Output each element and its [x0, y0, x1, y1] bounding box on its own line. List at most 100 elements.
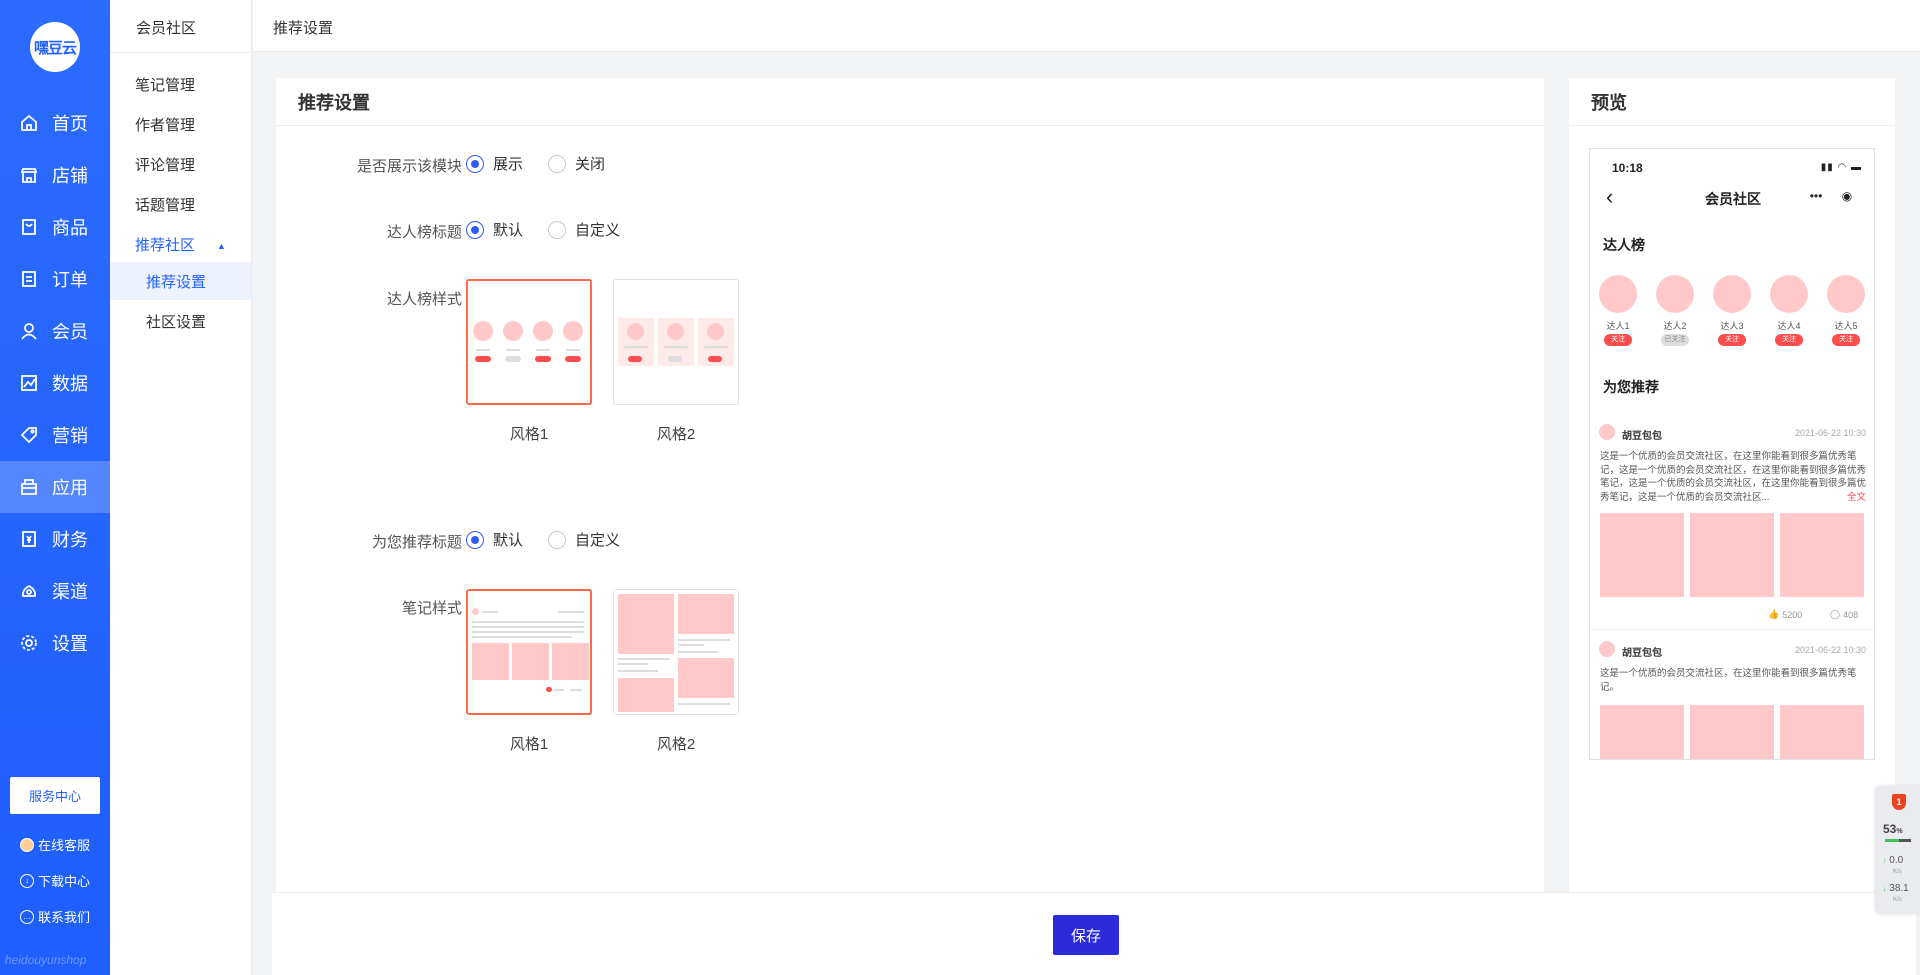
home-icon — [21, 114, 37, 131]
save-button[interactable]: 保存 — [1053, 915, 1119, 955]
service-center-button[interactable]: 服务中心 — [10, 777, 100, 814]
order-icon — [22, 271, 36, 287]
read-more-link[interactable]: 全文 — [1847, 491, 1866, 505]
radio-dot — [466, 530, 484, 549]
nav-item-order[interactable]: 订单 — [0, 253, 110, 305]
nav-item-label: 店铺 — [52, 166, 88, 186]
nav-item-home[interactable]: 首页 — [0, 97, 110, 149]
talent-name: 达人2 — [1663, 321, 1687, 331]
nav-item-label: 订单 — [52, 270, 88, 290]
nav-item-finance[interactable]: 财务 — [0, 513, 110, 565]
nav-item-label: 设置 — [52, 634, 88, 654]
more-dots-icon[interactable]: ••• — [1810, 189, 1823, 203]
follow-button[interactable]: 关注 — [1604, 334, 1632, 346]
subnav-item-notes[interactable]: 笔记管理 — [135, 74, 195, 95]
subnav-item-comments[interactable]: 评论管理 — [135, 154, 195, 175]
phone-time: 10:18 — [1612, 161, 1643, 175]
radio-dot — [466, 220, 484, 239]
usage-bar — [1885, 839, 1911, 842]
nav-item-store[interactable]: 店铺 — [0, 149, 110, 201]
post-image — [1690, 705, 1774, 759]
talent-item[interactable]: 达人1 关注 — [1598, 275, 1638, 346]
follow-button[interactable]: 关注 — [1718, 334, 1746, 346]
post-time: 2021-06-22 10:30 — [1794, 428, 1866, 438]
talent-style-1-thumbnail[interactable] — [466, 279, 592, 405]
main-sidebar: 嘿豆云 首页 店铺 商品 订单 会员 数据 营销 应用 财务 渠道 设置 服务中… — [0, 0, 110, 975]
close-circle-icon[interactable]: ◉ — [1842, 189, 1852, 203]
nav-item-label: 首页 — [52, 114, 88, 134]
download-rate: ↓ 38.1 K/s — [1883, 884, 1909, 905]
show-module-radio-close[interactable]: 关闭 — [548, 153, 605, 174]
talent-title-radio-custom[interactable]: 自定义 — [548, 219, 620, 240]
mini-program-capsule[interactable]: ••• ◉ — [1800, 185, 1862, 207]
radio-label: 关闭 — [575, 156, 606, 173]
subnav-title: 会员社区 — [136, 20, 197, 37]
show-module-radio-show[interactable]: 展示 — [466, 153, 523, 174]
subnav-group-recommend[interactable]: 推荐社区 ▲ — [135, 234, 226, 255]
followed-button[interactable]: 已关注 — [1661, 334, 1689, 346]
online-service-link[interactable]: 在线客服 — [20, 835, 90, 854]
subnav-item-topics[interactable]: 话题管理 — [135, 194, 195, 215]
note-style-2-thumbnail[interactable] — [613, 589, 739, 715]
avatar — [1599, 275, 1637, 313]
radio-label: 自定义 — [575, 532, 621, 549]
finance-icon — [22, 531, 36, 547]
subnav-item-community-settings[interactable]: 社区设置 — [110, 302, 251, 340]
comment-count[interactable]: ◯ 408 — [1830, 609, 1858, 620]
talent-item[interactable]: 达人3 关注 — [1712, 275, 1752, 346]
signal-wifi-battery-icons: ▮▮ ◠ ▬ — [1820, 162, 1862, 173]
download-center-label: 下载中心 — [38, 874, 91, 889]
note-style-1-thumbnail[interactable] — [466, 589, 592, 715]
like-count[interactable]: 👍 5200 — [1768, 609, 1802, 620]
nav-item-data[interactable]: 数据 — [0, 357, 110, 409]
subnav-item-authors[interactable]: 作者管理 — [135, 114, 195, 135]
talent-item[interactable]: 达人5 关注 — [1826, 275, 1866, 346]
download-unit: K/s — [1893, 897, 1902, 903]
nav-item-member[interactable]: 会员 — [0, 305, 110, 357]
breadcrumb: 推荐设置 — [273, 20, 334, 37]
nav-item-label: 营销 — [52, 426, 88, 446]
avatar — [1599, 424, 1615, 440]
nav-item-goods[interactable]: 商品 — [0, 201, 110, 253]
nav-item-label: 应用 — [52, 478, 88, 498]
talent-item[interactable]: 达人4 关注 — [1769, 275, 1809, 346]
brand-logo[interactable]: 嘿豆云 — [30, 22, 80, 72]
download-center-link[interactable]: ↓ 下载中心 — [20, 871, 90, 890]
post-image — [1600, 513, 1684, 597]
follow-button[interactable]: 关注 — [1775, 334, 1803, 346]
radio-dot — [548, 220, 566, 239]
contact-us-link[interactable]: … 联系我们 — [20, 907, 90, 926]
nav-item-apps[interactable]: 应用 — [0, 461, 110, 513]
preview-card: 预览 10:18 ▮▮ ◠ ▬ ‹ 会员社区 ••• ◉ 达人榜 达人1 关注 … — [1569, 78, 1895, 898]
upload-rate: ↑ 0.0 K/s — [1883, 856, 1903, 877]
radio-dot — [466, 154, 484, 173]
follow-button[interactable]: 关注 — [1832, 334, 1860, 346]
talent-item[interactable]: 达人2 已关注 — [1655, 275, 1695, 346]
percent-value: 53 — [1883, 822, 1897, 836]
nav-item-channel[interactable]: 渠道 — [0, 565, 110, 617]
talent-title-radio-default[interactable]: 默认 — [466, 219, 523, 240]
nav-item-marketing[interactable]: 营销 — [0, 409, 110, 461]
recommend-title-radio-default[interactable]: 默认 — [466, 529, 523, 550]
talent-style-2-thumbnail[interactable] — [613, 279, 739, 405]
settings-card: 推荐设置 是否展示该模块 展示 关闭 达人榜标题 默认 自定义 达人榜样式 风格… — [276, 78, 1544, 898]
post-image — [1690, 513, 1774, 597]
top-header: 推荐设置 — [253, 0, 1920, 52]
avatar — [1599, 641, 1615, 657]
system-monitor-widget[interactable]: 1 53% ↑ 0.0 K/s ↓ 38.1 K/s — [1875, 786, 1920, 914]
post-image — [1780, 705, 1864, 759]
nav-item-settings[interactable]: 设置 — [0, 617, 110, 669]
recommend-title-radio-custom[interactable]: 自定义 — [548, 529, 620, 550]
preview-card-title: 预览 — [1569, 78, 1895, 126]
post-image — [1600, 705, 1684, 759]
like-value: 5200 — [1782, 609, 1803, 620]
app-icon — [21, 479, 37, 495]
talent-style-label: 达人榜样式 — [386, 291, 462, 308]
contact-icon: … — [20, 909, 34, 924]
subnav-item-recommend-settings[interactable]: 推荐设置 — [110, 262, 251, 300]
radio-label: 默认 — [493, 222, 524, 239]
talent-title-label: 达人榜标题 — [386, 224, 462, 241]
post-divider — [1590, 629, 1874, 630]
caret-up-icon: ▲ — [217, 241, 226, 252]
post-time: 2021-06-22 10:30 — [1794, 645, 1866, 655]
